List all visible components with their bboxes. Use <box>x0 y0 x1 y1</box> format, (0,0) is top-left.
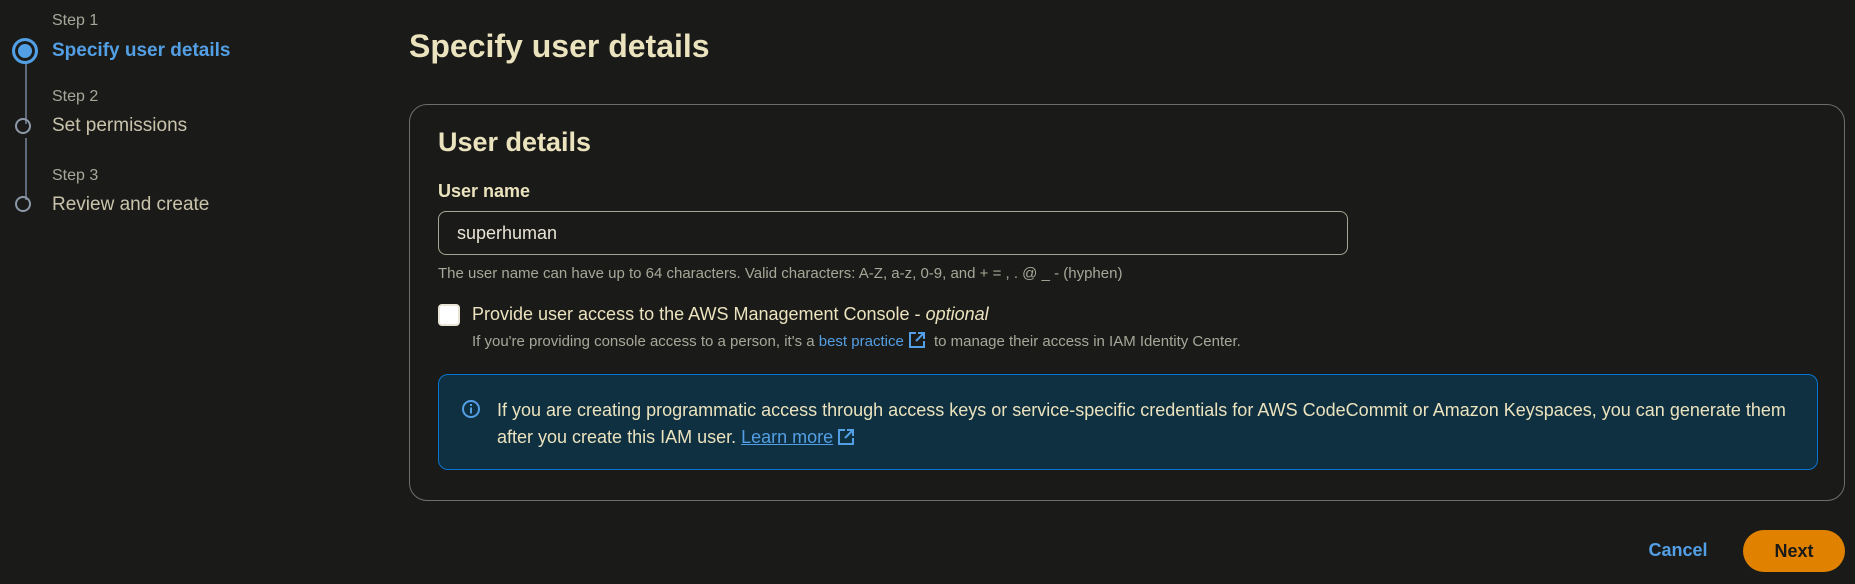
step-3-title: Review and create <box>52 194 210 215</box>
console-access-label-text: Provide user access to the AWS Managemen… <box>472 304 926 324</box>
step-connector <box>25 62 27 124</box>
info-icon <box>462 400 480 418</box>
external-link-icon[interactable] <box>908 331 926 349</box>
info-alert: If you are creating programmatic access … <box>438 374 1818 470</box>
learn-more-link[interactable]: Learn more <box>741 427 833 447</box>
external-link-icon[interactable] <box>837 428 855 446</box>
page: Step 1 Specify user details Step 2 Set p… <box>0 0 1855 584</box>
optional-text: optional <box>925 304 989 324</box>
step-2-number: Step 2 <box>52 88 99 105</box>
username-label: User name <box>438 181 531 201</box>
console-access-hint: If you're providing console access to a … <box>472 331 1241 350</box>
step-1-active-icon <box>12 38 38 64</box>
step-1-number: Step 1 <box>52 12 99 29</box>
step-2-pending-icon <box>15 118 31 134</box>
console-access-checkbox[interactable] <box>438 304 460 326</box>
username-input[interactable] <box>438 211 1348 255</box>
info-alert-text: If you are creating programmatic access … <box>497 397 1787 451</box>
console-access-hint-suffix: to manage their access in IAM Identity C… <box>929 333 1241 350</box>
best-practice-link[interactable]: best practice <box>819 333 904 350</box>
step-3-pending-icon <box>15 196 31 212</box>
username-hint: The user name can have up to 64 characte… <box>438 265 1123 282</box>
step-3-number: Step 3 <box>52 167 99 184</box>
console-access-label[interactable]: Provide user access to the AWS Managemen… <box>472 304 989 325</box>
next-button[interactable]: Next <box>1743 530 1845 572</box>
card-title: User details <box>438 127 592 157</box>
cancel-button[interactable]: Cancel <box>1618 530 1738 570</box>
page-title: Specify user details <box>409 28 710 64</box>
step-2-title: Set permissions <box>52 115 188 136</box>
console-access-hint-prefix: If you're providing console access to a … <box>472 333 819 350</box>
step-1-link[interactable]: Specify user details <box>52 40 230 62</box>
user-details-card: User details User name The user name can… <box>409 104 1845 501</box>
info-alert-message: If you are creating programmatic access … <box>497 400 1786 447</box>
step-connector <box>25 138 27 200</box>
